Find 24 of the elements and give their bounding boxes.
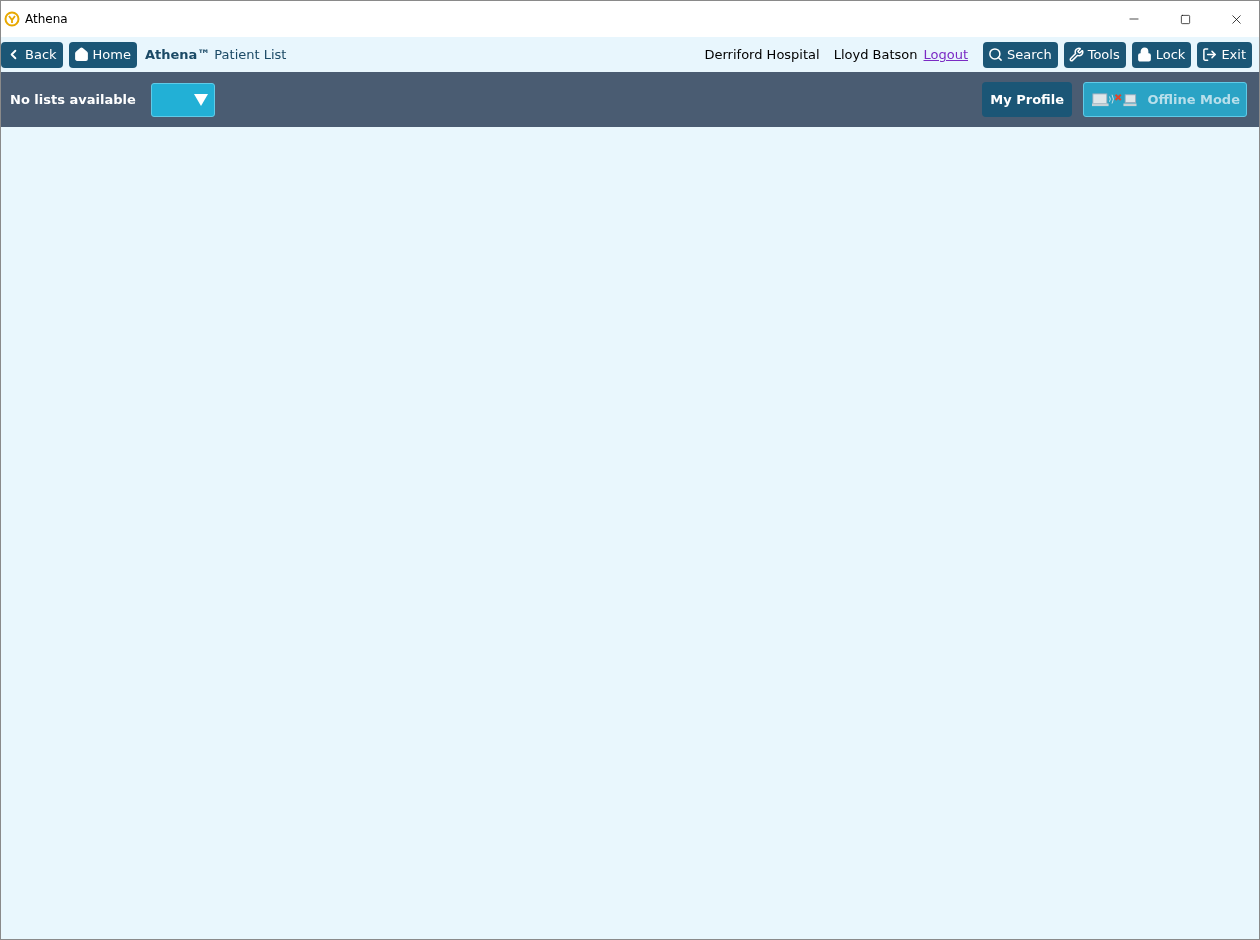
home-button[interactable]: Home	[68, 41, 137, 68]
caret-icon	[193, 93, 208, 106]
user-name: Lloyd Batson	[833, 47, 918, 62]
exit-icon	[1202, 47, 1218, 62]
wrench-icon	[1068, 47, 1084, 62]
logout-link[interactable]: Logout	[923, 47, 968, 62]
back-button[interactable]: Back	[1, 41, 63, 68]
profile-button[interactable]: My Profile	[982, 82, 1072, 117]
tools-button[interactable]: Tools	[1063, 41, 1126, 68]
search-icon	[988, 47, 1003, 62]
list-dropdown[interactable]	[150, 82, 215, 117]
network-disconnected-icon	[1092, 90, 1138, 109]
page-title: Patient List	[214, 47, 287, 62]
window-title: Athena	[25, 12, 69, 26]
app-logo-icon	[4, 11, 20, 27]
app-name: Athena™	[144, 47, 211, 62]
search-button[interactable]: Search	[983, 41, 1058, 68]
maximize-icon[interactable]	[1179, 13, 1191, 25]
lock-icon	[1136, 47, 1152, 62]
hospital-name: Derriford Hospital	[704, 47, 820, 62]
list-status: No lists available	[10, 92, 136, 107]
lock-button[interactable]: Lock	[1131, 41, 1192, 68]
exit-button[interactable]: Exit	[1197, 41, 1252, 68]
home-icon	[73, 47, 89, 62]
